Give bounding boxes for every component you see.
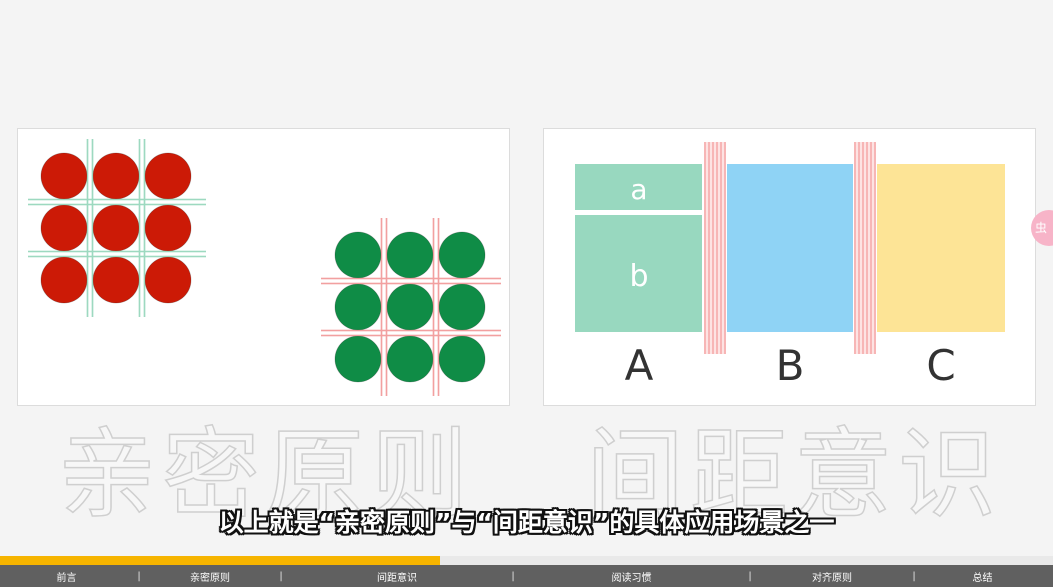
proximity-illustration: [28, 139, 501, 396]
grid-circle: [144, 256, 192, 304]
chapter-navigation: 前言 | 亲密原则 | 间距意识 | 阅读习惯 | 对齐原则 | 总结: [0, 565, 1053, 587]
grid-circle: [92, 204, 140, 252]
grid-circle: [334, 231, 382, 279]
spacing-illustration-panel: a b A B C: [543, 128, 1036, 406]
chapter-separator: |: [279, 570, 283, 582]
gap-stripe-ab: [704, 142, 726, 354]
grid-circle: [40, 204, 88, 252]
grid-circle: [386, 231, 434, 279]
block-a-bottom-label: b: [629, 259, 648, 294]
grid-circle: [386, 335, 434, 383]
chapter-proximity[interactable]: 亲密原则: [145, 569, 275, 584]
green-circle-grid: [321, 218, 501, 396]
chapter-intro[interactable]: 前言: [0, 569, 133, 584]
video-subtitle: 以上就是“亲密原则”与“间距意识”的具体应用场景之一: [218, 508, 835, 537]
red-circle-grid: [28, 139, 206, 317]
chapter-alignment[interactable]: 对齐原则: [756, 569, 908, 584]
chapter-separator: |: [511, 570, 515, 582]
grid-circle: [40, 256, 88, 304]
grid-circle: [438, 231, 486, 279]
grid-circle: [334, 335, 382, 383]
grid-circle: [438, 283, 486, 331]
chapter-summary[interactable]: 总结: [920, 569, 1045, 584]
grid-circle: [92, 152, 140, 200]
gap-stripe-fill: [854, 142, 876, 354]
grid-circle: [144, 204, 192, 252]
video-progress-bar[interactable]: [0, 556, 1053, 565]
gap-stripe-fill: [704, 142, 726, 354]
chapter-separator: |: [137, 570, 141, 582]
chapter-separator: |: [912, 570, 916, 582]
block-c: [877, 164, 1005, 332]
chapter-separator: |: [748, 570, 752, 582]
chapter-reading-habits[interactable]: 阅读习惯: [519, 569, 744, 584]
gap-stripe-bc: [854, 142, 876, 354]
block-a-top-label: a: [630, 173, 647, 206]
grid-circle: [144, 152, 192, 200]
grid-circle: [386, 283, 434, 331]
column-a-label: A: [625, 341, 654, 390]
proximity-illustration-panel: [17, 128, 510, 406]
video-progress-fill: [0, 556, 441, 565]
grid-circle: [40, 152, 88, 200]
grid-circle: [334, 283, 382, 331]
grid-circle: [438, 335, 486, 383]
spacing-illustration: a b A B C: [575, 142, 1005, 390]
column-c-label: C: [926, 341, 955, 390]
grid-circle: [92, 256, 140, 304]
chapter-spacing[interactable]: 间距意识: [287, 569, 507, 584]
column-b-label: B: [776, 341, 805, 390]
block-b: [727, 164, 853, 332]
